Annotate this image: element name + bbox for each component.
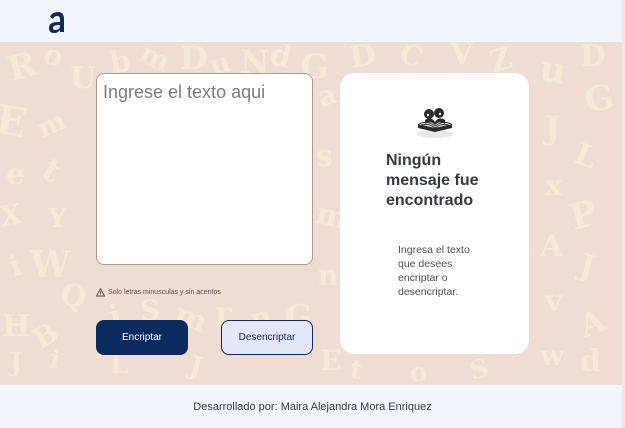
input-hint: Solo letras minusculas y sin acentos: [96, 288, 221, 297]
header-bar: [0, 0, 625, 42]
reading-book-icon: [417, 108, 453, 138]
main-area: R o U E m e t X Y i W Q H B J i b m D u …: [0, 42, 625, 385]
text-input[interactable]: [96, 73, 313, 265]
output-panel: Ningún mensaje fue encontrado Ingresa el…: [340, 73, 529, 354]
footer: Desarrollado por: Maira Alejandra Mora E…: [0, 385, 625, 428]
decrypt-button[interactable]: Desencriptar: [221, 320, 313, 355]
hint-text: Solo letras minusculas y sin acentos: [108, 289, 221, 296]
encrypt-button[interactable]: Encriptar: [96, 320, 188, 355]
no-message-description: Ingresa el texto que desees encriptar o …: [398, 244, 470, 298]
warning-triangle-icon: [96, 288, 105, 297]
footer-credit: Desarrollado por: Maira Alejandra Mora E…: [193, 400, 432, 413]
no-message-title: Ningún mensaje fue encontrado: [386, 152, 479, 209]
alura-logo-icon[interactable]: [46, 9, 68, 35]
